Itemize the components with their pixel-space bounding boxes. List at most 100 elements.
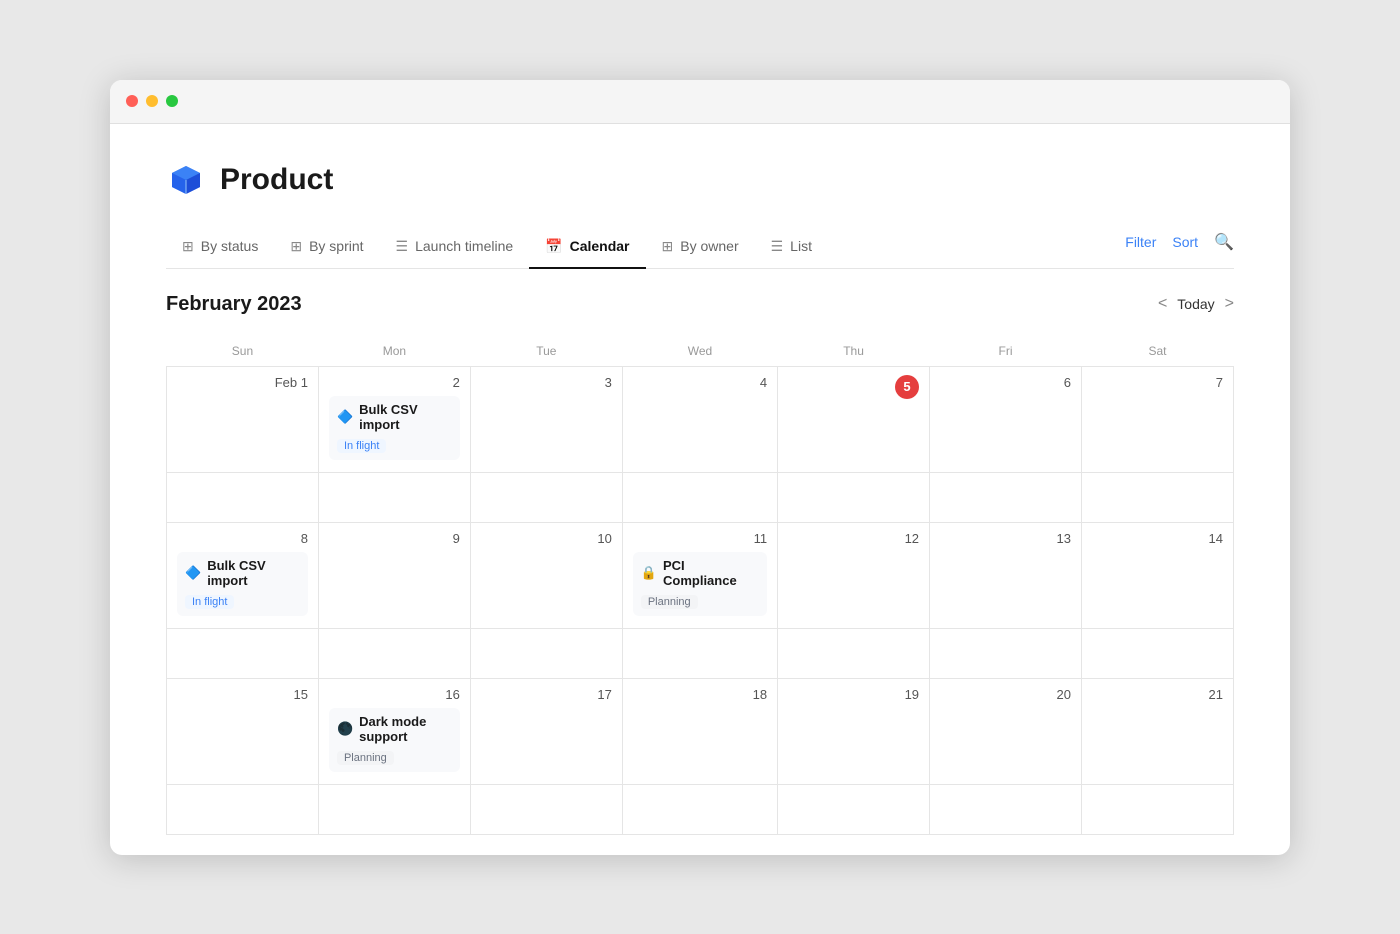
day-cell-10[interactable]: 10 xyxy=(470,522,622,628)
day-cell-7[interactable]: 7 xyxy=(1081,366,1233,472)
event-card-0[interactable]: 🔒 PCI Compliance Planning xyxy=(633,552,767,616)
tab-calendar[interactable]: 📅 Calendar xyxy=(529,228,645,269)
day-number-13: 13 xyxy=(940,531,1071,546)
day-cell-2[interactable]: 2 🔷 Bulk CSV import In flight xyxy=(318,366,470,472)
tab-calendar-label: Calendar xyxy=(570,238,630,254)
today-button[interactable]: Today xyxy=(1177,296,1214,312)
event-icon: 🔷 xyxy=(185,565,201,581)
minimize-button[interactable] xyxy=(146,95,158,107)
day-cell-17[interactable]: 17 xyxy=(470,678,622,784)
tab-list[interactable]: ☰ List xyxy=(755,228,828,269)
tab-by-owner[interactable]: ⊞ By owner xyxy=(646,228,755,269)
day-cell-16[interactable]: 16 🌑Dark mode support Planning xyxy=(318,678,470,784)
day-cell-15[interactable]: 15 xyxy=(167,678,319,784)
day-cell-empty xyxy=(622,472,777,522)
day-number-7: 7 xyxy=(1092,375,1223,390)
day-header-sat: Sat xyxy=(1081,336,1233,367)
day-cell-13[interactable]: 13 xyxy=(930,522,1082,628)
event-badge: Planning xyxy=(337,751,394,765)
event-title-row: 🔒 PCI Compliance xyxy=(641,558,759,588)
event-title-row: 🔷 Bulk CSV import xyxy=(337,402,452,432)
calendar-table: Sun Mon Tue Wed Thu Fri Sat Feb 12🔷Bulk … xyxy=(166,336,1234,835)
day-cell-empty xyxy=(622,784,777,834)
main-content: Product ⊞ By status ⊞ By sprint ☰ Launch… xyxy=(110,124,1290,835)
search-button[interactable]: 🔍 xyxy=(1214,232,1234,252)
by-owner-icon: ⊞ xyxy=(662,238,674,255)
event-badge: In flight xyxy=(337,439,386,453)
day-cell-empty xyxy=(167,784,319,834)
day-number-16: 16 xyxy=(329,687,460,702)
day-number-6: 6 xyxy=(940,375,1071,390)
event-badge: Planning xyxy=(641,595,698,609)
event-badge: In flight xyxy=(185,595,234,609)
day-cell-empty xyxy=(470,628,622,678)
day-header-tue: Tue xyxy=(470,336,622,367)
prev-month-button[interactable]: < xyxy=(1158,295,1167,313)
day-cell-empty xyxy=(318,784,470,834)
day-cell-empty xyxy=(318,628,470,678)
titlebar xyxy=(110,80,1290,124)
tab-by-status[interactable]: ⊞ By status xyxy=(166,228,274,269)
list-icon: ☰ xyxy=(771,238,784,255)
day-number-Feb 1: Feb 1 xyxy=(177,375,308,390)
day-cell-21[interactable]: 21 xyxy=(1081,678,1233,784)
day-cell-empty xyxy=(930,784,1082,834)
launch-timeline-icon: ☰ xyxy=(396,238,409,255)
event-icon: 🔷 xyxy=(337,409,353,425)
day-cell-20[interactable]: 20 xyxy=(930,678,1082,784)
day-cell-empty xyxy=(1081,628,1233,678)
day-cell-11[interactable]: 11🔒PCI CompliancePlanning xyxy=(622,522,777,628)
event-title-row: 🌑Dark mode support xyxy=(337,714,452,744)
maximize-button[interactable] xyxy=(166,95,178,107)
calendar-nav: < Today > xyxy=(1158,295,1234,313)
filter-button[interactable]: Filter xyxy=(1125,234,1156,250)
app-header: Product xyxy=(166,160,1234,200)
day-cell-empty xyxy=(778,784,930,834)
event-title: PCI Compliance xyxy=(663,558,759,588)
day-header-wed: Wed xyxy=(622,336,777,367)
day-cell-4[interactable]: 4 xyxy=(622,366,777,472)
day-cell-8[interactable]: 8🔷Bulk CSV importIn flight xyxy=(167,522,319,628)
tab-by-owner-label: By owner xyxy=(680,238,738,254)
day-number-2: 2 xyxy=(329,375,460,390)
day-number-5: 5 xyxy=(895,375,919,399)
event-card-0[interactable]: 🔷 Bulk CSV import In flight xyxy=(329,396,460,460)
day-number-17: 17 xyxy=(481,687,612,702)
tab-launch-timeline[interactable]: ☰ Launch timeline xyxy=(380,228,530,269)
by-sprint-icon: ⊞ xyxy=(290,238,302,255)
tabs-left: ⊞ By status ⊞ By sprint ☰ Launch timelin… xyxy=(166,228,1125,268)
day-cell-12[interactable]: 12 xyxy=(778,522,930,628)
day-cell-3[interactable]: 3 xyxy=(470,366,622,472)
day-cell-6[interactable]: 6 xyxy=(930,366,1082,472)
day-number-15: 15 xyxy=(177,687,308,702)
day-cell-14[interactable]: 14 xyxy=(1081,522,1233,628)
day-header-mon: Mon xyxy=(318,336,470,367)
event-icon: 🔒 xyxy=(641,565,657,581)
sort-button[interactable]: Sort xyxy=(1172,234,1198,250)
by-status-icon: ⊞ xyxy=(182,238,194,255)
event-card-0[interactable]: 🔷 Bulk CSV import In flight xyxy=(177,552,308,616)
day-cell-19[interactable]: 19 xyxy=(778,678,930,784)
day-cell-empty xyxy=(167,472,319,522)
calendar-month-label: February 2023 xyxy=(166,293,302,316)
day-cell-Feb-1[interactable]: Feb 1 xyxy=(167,366,319,472)
day-cell-empty xyxy=(1081,784,1233,834)
day-number-4: 4 xyxy=(633,375,767,390)
day-number-21: 21 xyxy=(1092,687,1223,702)
day-number-3: 3 xyxy=(481,375,612,390)
day-cell-empty xyxy=(778,472,930,522)
tab-by-sprint[interactable]: ⊞ By sprint xyxy=(274,228,379,269)
day-cell-empty xyxy=(930,628,1082,678)
event-title: Bulk CSV import xyxy=(359,402,452,432)
day-number-9: 9 xyxy=(329,531,460,546)
event-card-0[interactable]: 🌑Dark mode support Planning xyxy=(329,708,460,772)
event-title: Bulk CSV import xyxy=(207,558,300,588)
next-month-button[interactable]: > xyxy=(1225,295,1234,313)
app-logo-icon xyxy=(166,160,206,200)
day-cell-5[interactable]: 5 xyxy=(778,366,930,472)
close-button[interactable] xyxy=(126,95,138,107)
day-cell-9[interactable]: 9 xyxy=(318,522,470,628)
day-header-sun: Sun xyxy=(167,336,319,367)
event-title: Dark mode support xyxy=(359,714,452,744)
day-cell-18[interactable]: 18 xyxy=(622,678,777,784)
